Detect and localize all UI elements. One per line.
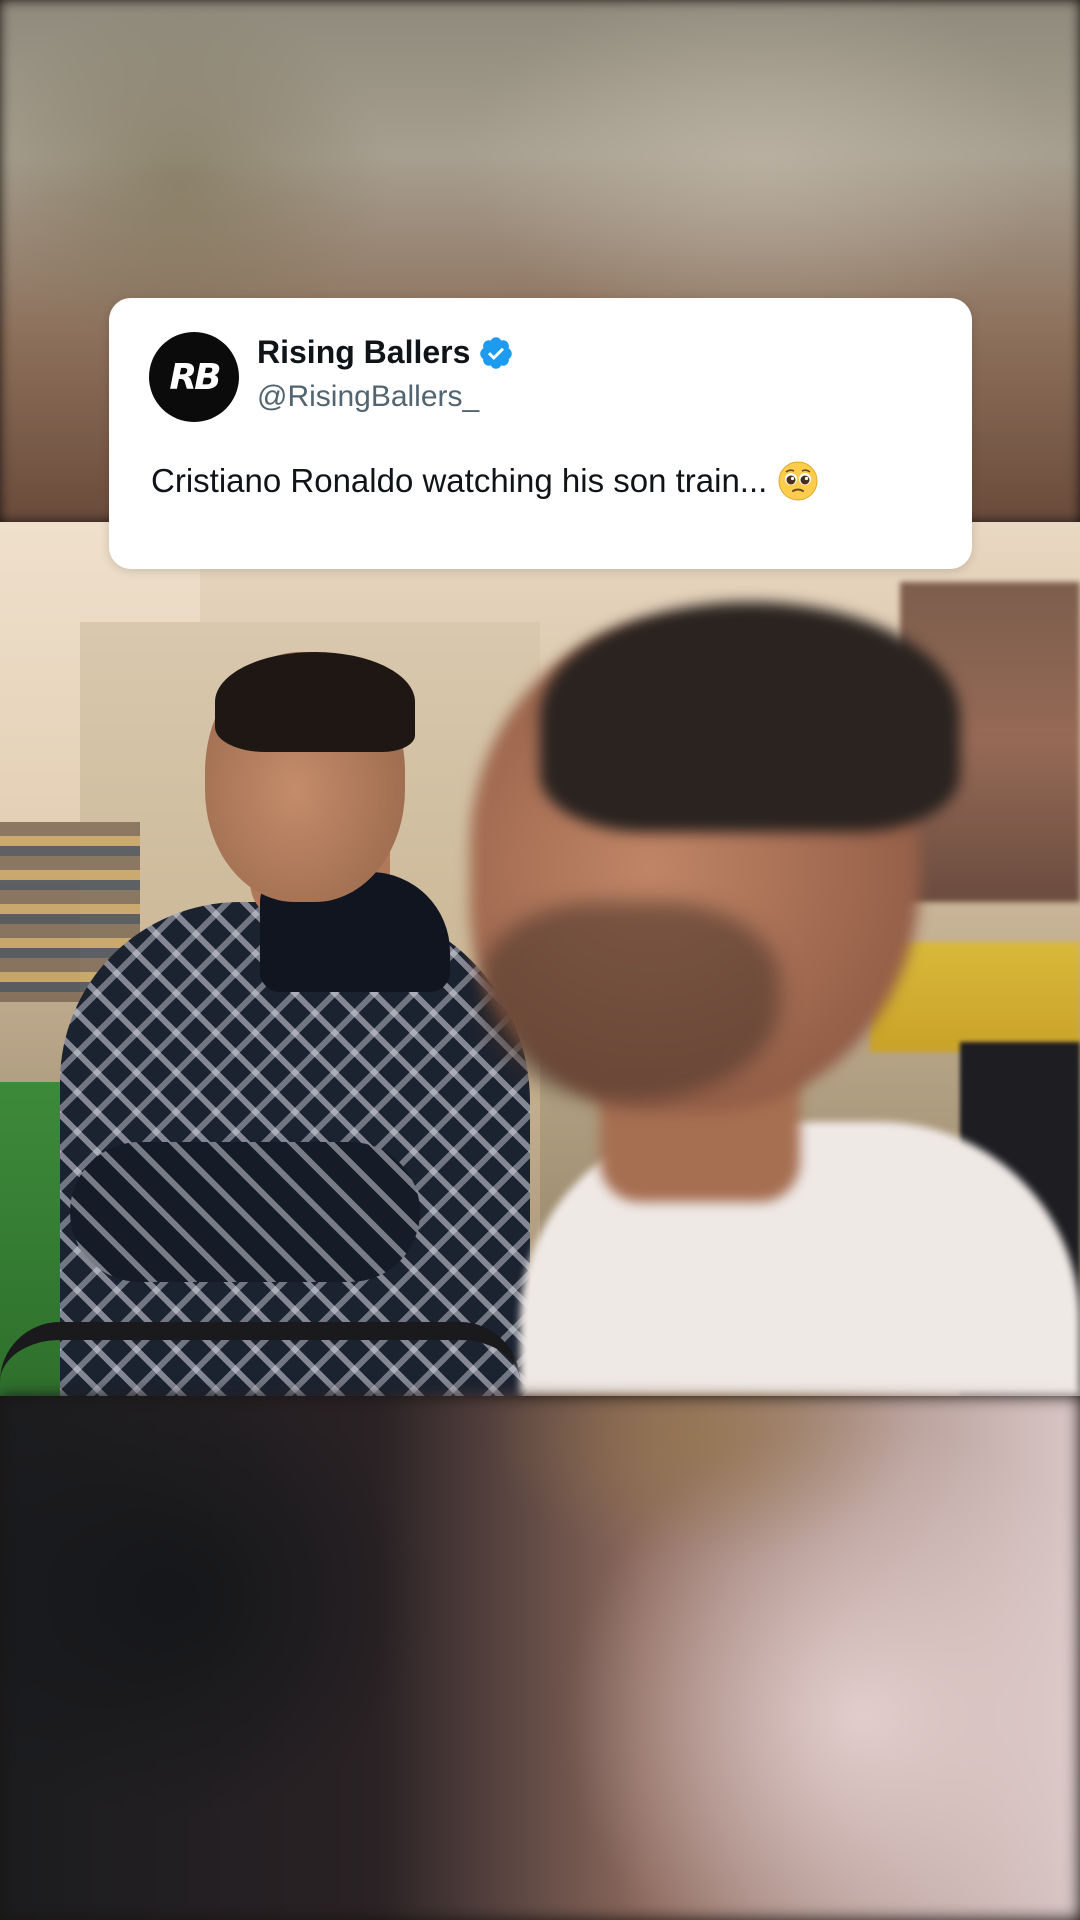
tweet-text-row: Cristiano Ronaldo watching his son train… xyxy=(151,460,819,502)
avatar-initials: RB xyxy=(169,356,221,398)
video-frame[interactable] xyxy=(0,522,1080,1396)
tweet-text: Cristiano Ronaldo watching his son train… xyxy=(151,462,768,499)
pleading-face-emoji-icon xyxy=(778,461,818,501)
hair xyxy=(215,652,415,752)
video-post[interactable]: RB Rising Ballers @RisingBallers_ Cristi… xyxy=(0,0,1080,1920)
avatar[interactable]: RB xyxy=(149,332,239,422)
verified-badge-icon xyxy=(480,336,513,369)
display-name[interactable]: Rising Ballers xyxy=(257,334,470,371)
foreground-beard xyxy=(480,902,780,1102)
chair xyxy=(0,1322,520,1396)
crossed-arms xyxy=(70,1142,420,1282)
foreground-hair xyxy=(540,602,960,832)
tweet-card[interactable]: RB Rising Ballers @RisingBallers_ Cristi… xyxy=(109,298,972,569)
user-handle[interactable]: @RisingBallers_ xyxy=(257,380,479,414)
display-name-row[interactable]: Rising Ballers xyxy=(257,334,514,371)
blurred-background-bottom xyxy=(0,1396,1080,1920)
